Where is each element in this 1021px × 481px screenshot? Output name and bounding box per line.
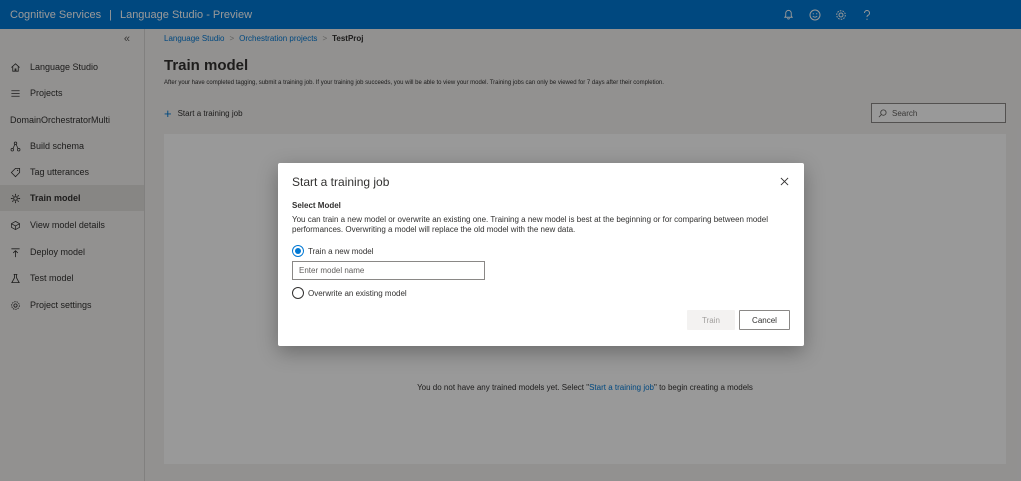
radio-train-new-model[interactable]: Train a new model [292,245,374,257]
model-name-input[interactable] [292,261,485,280]
select-model-label: Select Model [292,201,341,210]
select-model-description: You can train a new model or overwrite a… [292,215,768,234]
radio-label: Overwrite an existing model [308,288,407,298]
cancel-button[interactable]: Cancel [739,310,790,330]
radio-label: Train a new model [308,246,374,256]
radio-unchecked-icon [292,287,304,299]
close-icon[interactable] [778,175,790,187]
dialog-title: Start a training job [292,175,390,189]
start-training-job-dialog: Start a training job Select Model You ca… [278,163,804,346]
train-button[interactable]: Train [687,310,735,330]
radio-checked-icon [292,245,304,257]
radio-overwrite-existing-model[interactable]: Overwrite an existing model [292,287,407,299]
